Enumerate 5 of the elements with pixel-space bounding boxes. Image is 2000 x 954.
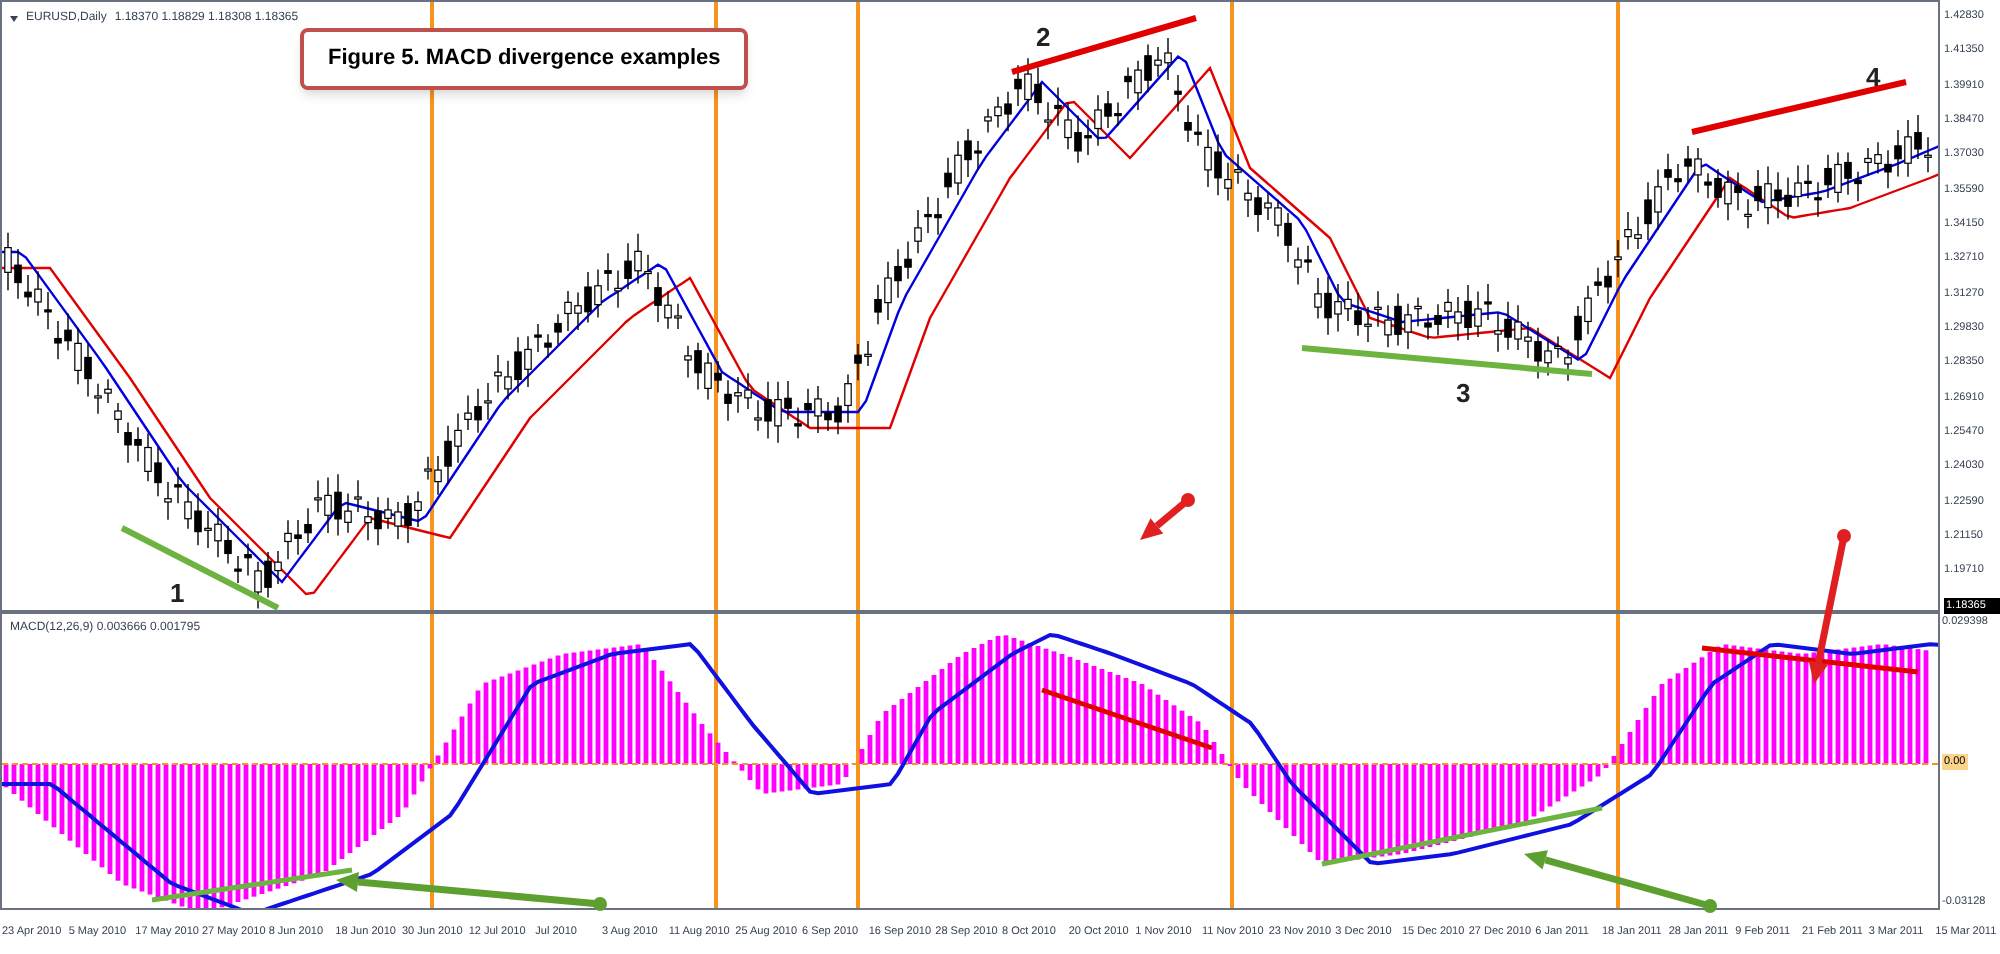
divergence-number: 3 <box>1456 378 1471 408</box>
divergence-number: 4 <box>1866 62 1881 92</box>
figure-title-box: Figure 5. MACD divergence examples <box>300 28 749 89</box>
divergence-number: 1 <box>170 578 185 608</box>
divergence-number: 2 <box>1036 22 1051 52</box>
